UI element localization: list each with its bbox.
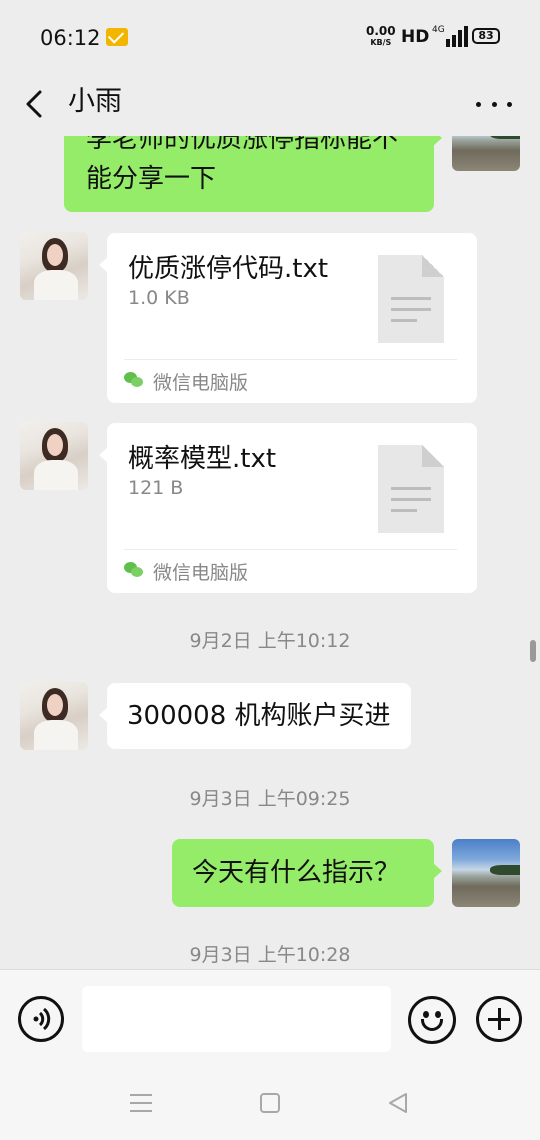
- my-message-bubble[interactable]: 今天有什么指示？: [172, 839, 442, 907]
- file-name: 优质涨停代码.txt: [128, 254, 329, 284]
- chevron-left-icon: [26, 90, 42, 118]
- plus-button[interactable]: [476, 996, 522, 1042]
- home-button[interactable]: [260, 1093, 280, 1113]
- network-type: 4G: [432, 25, 445, 35]
- wechat-icon: [124, 372, 144, 388]
- document-icon: [378, 445, 444, 533]
- contact-avatar[interactable]: [20, 422, 88, 490]
- file-source: 微信电脑版: [153, 562, 249, 584]
- message-timestamp: 9月2日 上午10:12: [189, 630, 351, 652]
- voice-button[interactable]: [18, 996, 64, 1042]
- system-nav-bar: [0, 1069, 540, 1140]
- triangle-back-icon: [389, 1093, 407, 1113]
- voice-icon: [33, 1007, 51, 1031]
- recent-apps-button[interactable]: [130, 1093, 152, 1113]
- mail-notification-icon: [106, 28, 128, 46]
- contact-avatar[interactable]: [20, 682, 88, 750]
- my-message-bubble[interactable]: 李老师的优质涨停指标能不 能分享一下: [64, 136, 442, 212]
- message-list[interactable]: 李老师的优质涨停指标能不 能分享一下 优质涨停代码.txt 1.0 KB 微信电…: [0, 136, 540, 969]
- message-input[interactable]: [82, 986, 391, 1052]
- message-text-line: 李老师的优质涨停指标能不: [86, 136, 399, 154]
- message-text: 今天有什么指示？: [192, 858, 401, 888]
- file-name: 概率模型.txt: [128, 444, 277, 474]
- file-message-card[interactable]: 概率模型.txt 121 B 微信电脑版: [99, 423, 477, 593]
- file-size: 121 B: [128, 477, 184, 499]
- input-bar: [0, 969, 540, 1069]
- emoji-button[interactable]: [408, 996, 456, 1044]
- file-size: 1.0 KB: [128, 287, 190, 309]
- file-message-card[interactable]: 优质涨停代码.txt 1.0 KB 微信电脑版: [99, 233, 477, 403]
- contact-avatar[interactable]: [20, 232, 88, 300]
- more-horizontal-icon: [476, 101, 481, 107]
- signal-icon: 4G: [432, 25, 468, 47]
- message-text: 300008 机构账户买进: [127, 701, 391, 731]
- document-icon: [378, 255, 444, 343]
- my-avatar[interactable]: [452, 136, 520, 171]
- nav-back-button[interactable]: [386, 1091, 410, 1115]
- network-speed-unit: KB/S: [370, 38, 392, 47]
- contact-message-bubble[interactable]: 300008 机构账户买进: [99, 683, 411, 749]
- file-source: 微信电脑版: [153, 372, 249, 394]
- message-timestamp: 9月3日 上午09:25: [189, 788, 351, 810]
- scrollbar[interactable]: [530, 640, 536, 662]
- more-button[interactable]: [474, 84, 514, 124]
- battery-icon: 83: [472, 28, 500, 44]
- my-avatar[interactable]: [452, 839, 520, 907]
- network-speed-value: 0.00: [366, 24, 396, 38]
- wechat-icon: [124, 562, 144, 578]
- status-bar: 06:12 0.00 KB/S HD 4G 83: [0, 0, 540, 72]
- chat-header: 小雨: [0, 72, 540, 136]
- status-time: 06:12: [40, 26, 101, 50]
- message-text-line: 能分享一下: [86, 164, 217, 194]
- chat-title: 小雨: [68, 86, 122, 117]
- network-speed: 0.00 KB/S: [366, 24, 396, 48]
- back-button[interactable]: [22, 84, 52, 124]
- hd-indicator: HD: [401, 27, 430, 47]
- message-timestamp: 9月3日 上午10:28: [189, 944, 351, 966]
